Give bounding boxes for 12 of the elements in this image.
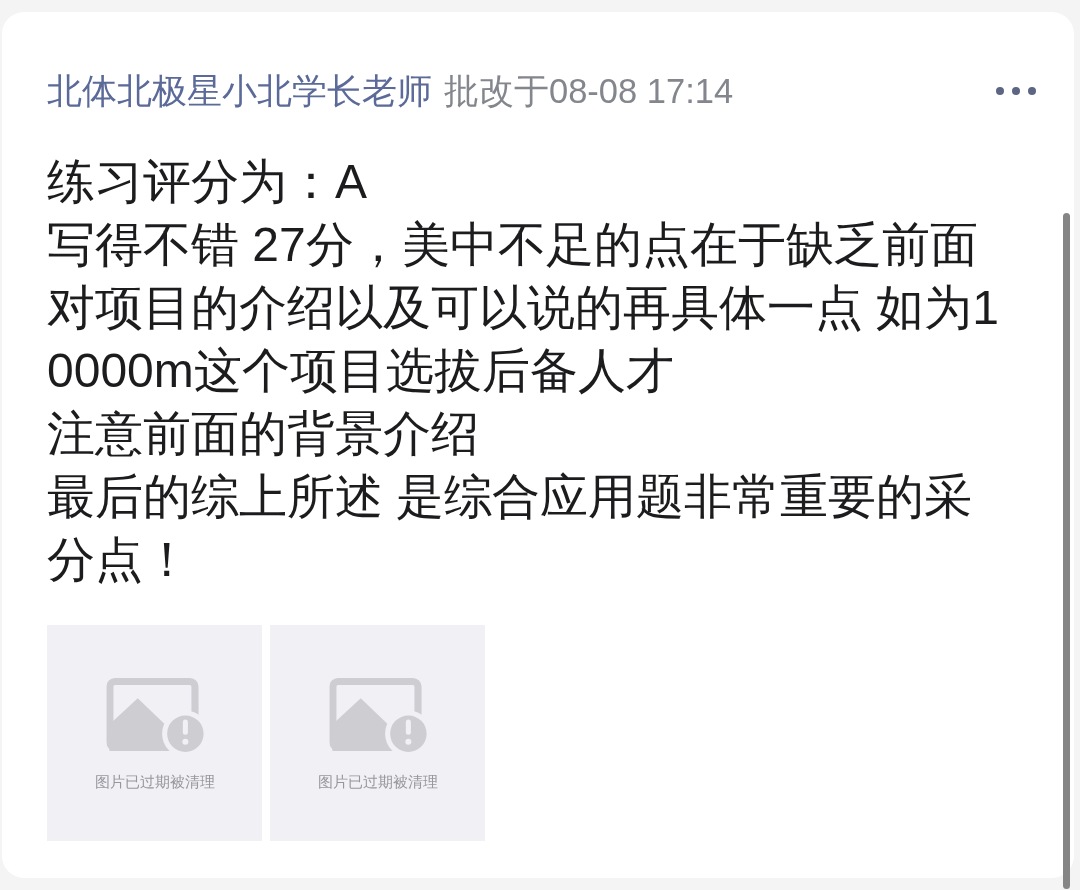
expired-image-tile[interactable]: 图片已过期被清理 [47, 625, 262, 841]
comment-text: 最后的综上所述 是综合应用题非常重要的采分点！ [47, 469, 974, 588]
expired-image-tile[interactable]: 图片已过期被清理 [270, 625, 485, 841]
comment-text: 写得不错 27分，美中不足的点在于缺乏前面对项目的介绍以及可以说的再具体一点 如为10000m这个项目选拔后备人才 [47, 217, 1001, 399]
comment-text: 注意前面的背景介绍 [47, 406, 480, 462]
author-name: 北体北极星小北学长老师 [47, 71, 432, 112]
comment-text: 练习评分为：A [47, 154, 368, 210]
review-time: 批改于08-08 17:14 [444, 71, 734, 112]
scrollbar-thumb[interactable] [1063, 213, 1070, 889]
more-icon[interactable] [996, 87, 1036, 95]
expired-caption: 图片已过期被清理 [317, 772, 438, 792]
expired-caption: 图片已过期被清理 [94, 772, 215, 792]
